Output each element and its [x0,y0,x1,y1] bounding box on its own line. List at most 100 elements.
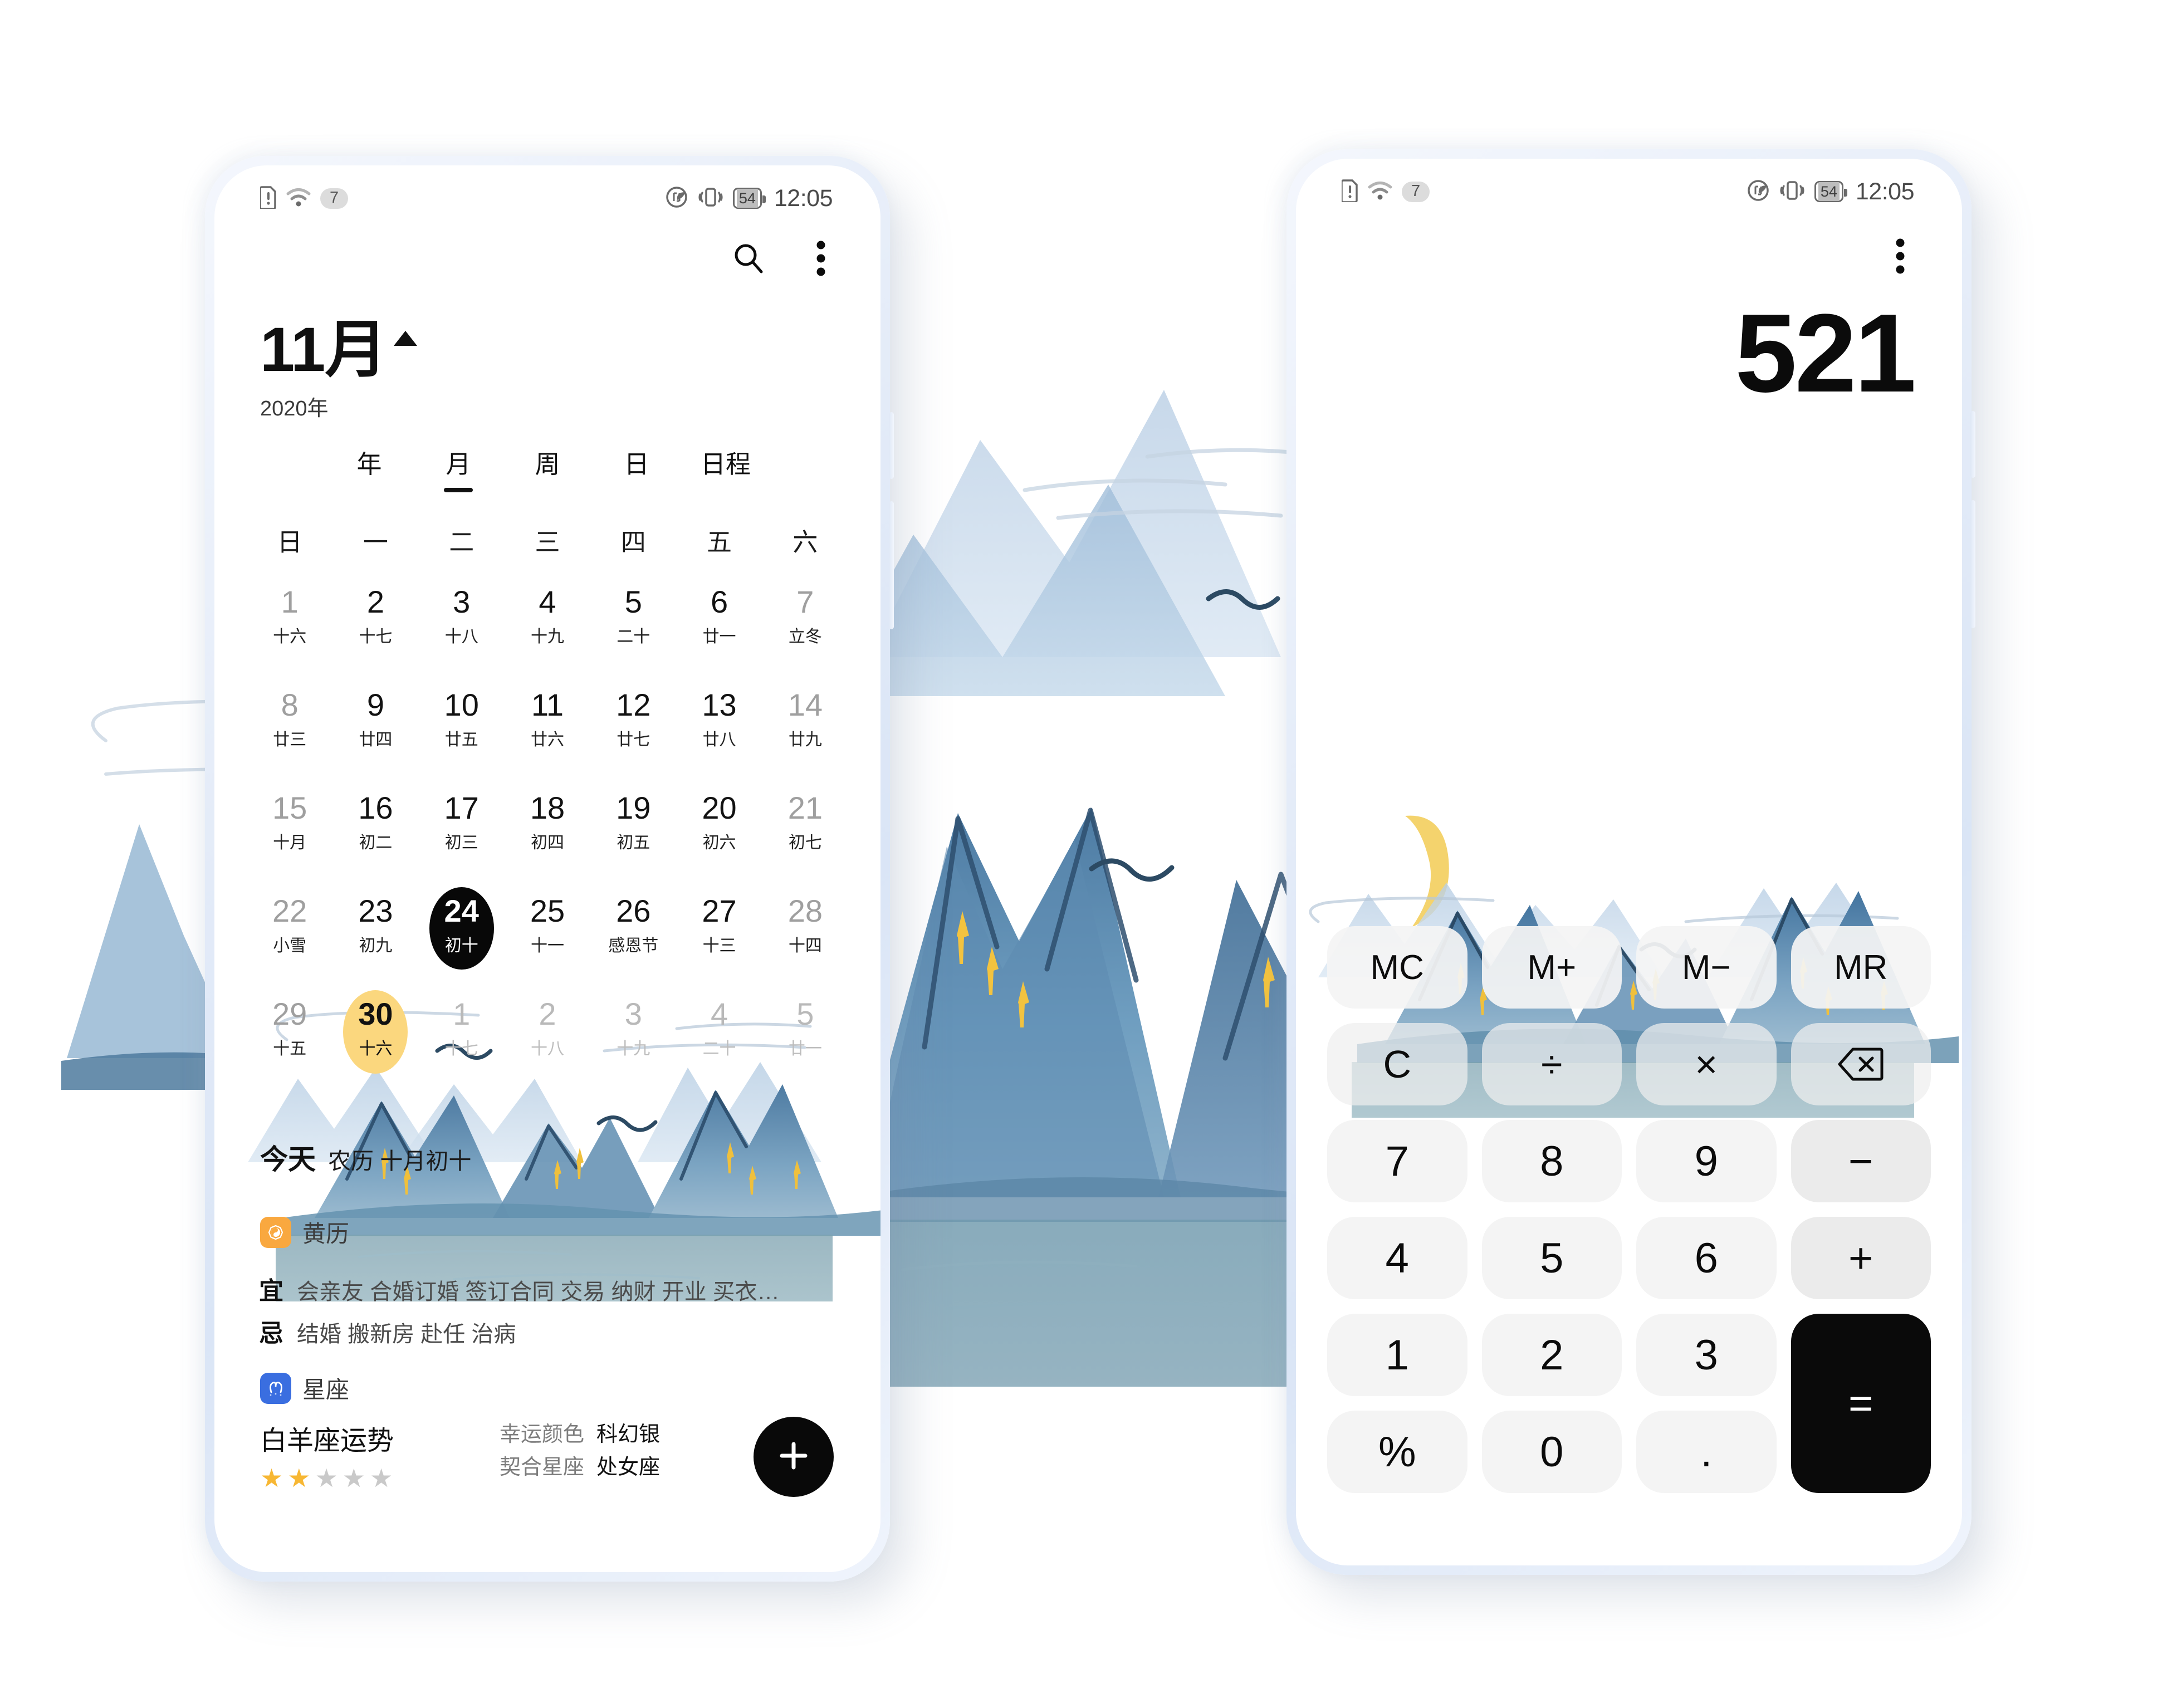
backspace-key[interactable] [1791,1023,1931,1105]
day-cell[interactable]: 8 廿三 [247,688,332,792]
day-cell[interactable]: 26 感恩节 [590,894,676,998]
day-number: 5 [624,584,642,619]
calculator-display: 521 [1735,291,1916,415]
day-number: 18 [530,790,565,825]
day-cell[interactable]: 13 廿八 [676,688,762,792]
day-cell[interactable]: 2 十八 [505,997,590,1101]
calendar-tab-2[interactable]: 周 [503,444,592,492]
day-cell[interactable]: 20 初六 [676,791,762,895]
more-vertical-icon[interactable] [1880,236,1921,277]
rating-star: ★ [287,1464,311,1492]
day-number: 4 [710,996,728,1031]
calendar-tab-label: 年 [356,450,382,478]
caret-up-icon [394,331,418,346]
digit-4-key[interactable]: 4 [1327,1217,1467,1299]
month-selector[interactable]: 11月 [260,315,418,384]
day-lunar-label: 十五 [273,1039,307,1058]
digit-6-key[interactable]: 6 [1636,1217,1777,1299]
digit-1-key[interactable]: 1 [1327,1314,1467,1396]
day-cell[interactable]: 30 十六 [332,997,418,1101]
memory-recall-key[interactable]: MR [1791,926,1931,1009]
calendar-tab-3[interactable]: 日 [592,444,681,492]
memory-subtract-key[interactable]: M− [1636,926,1777,1009]
day-cell[interactable]: 22 小雪 [247,894,332,998]
equals-key[interactable]: = [1791,1314,1931,1493]
day-cell[interactable]: 4 十九 [505,585,590,689]
sim-alert-icon [259,185,277,212]
day-cell[interactable]: 18 初四 [505,790,590,895]
day-cell[interactable]: 3 十九 [590,997,676,1101]
calendar-tab-label: 周 [535,450,560,478]
day-cell[interactable]: 23 初九 [332,894,418,998]
day-lunar-label: 廿一 [788,1039,822,1058]
almanac-header[interactable]: 黄历 [260,1215,349,1249]
more-vertical-icon[interactable] [800,238,842,279]
day-cell[interactable]: 15 十月 [247,790,332,895]
weekday-0: 日 [277,528,302,556]
day-lunar-label: 廿四 [359,730,393,749]
day-cell[interactable]: 27 十三 [676,894,762,998]
clear-key[interactable]: C [1327,1023,1467,1105]
phone-volume-button-2[interactable] [1970,500,1975,628]
search-icon[interactable] [728,238,769,279]
day-number: 6 [710,584,728,619]
day-lunar-label: 十一 [530,936,564,955]
digit-5-key[interactable]: 5 [1481,1217,1622,1299]
divide-key[interactable]: ÷ [1481,1023,1622,1105]
digit-0-key[interactable]: 0 [1481,1411,1622,1493]
day-cell[interactable]: 28 十四 [762,894,848,998]
add-event-fab[interactable] [754,1417,834,1497]
day-cell[interactable]: 21 初七 [762,791,848,895]
day-lunar-label: 初七 [788,833,822,852]
day-cell[interactable]: 7 立冬 [762,585,848,689]
minus-key[interactable]: − [1791,1120,1931,1202]
zodiac-lucky-color-key: 幸运颜色 [500,1423,585,1446]
day-lunar-label: 十四 [788,936,822,955]
day-lunar-label: 十六 [359,1039,393,1058]
calendar-tab-1[interactable]: 月 [414,444,503,492]
day-cell[interactable]: 5 二十 [590,584,676,689]
day-cell[interactable]: 10 廿五 [419,688,505,792]
digit-9-key[interactable]: 9 [1636,1120,1777,1202]
calendar-tab-0[interactable]: 年 [325,444,414,492]
day-cell[interactable]: 19 初五 [590,791,676,895]
day-cell[interactable]: 1 十七 [419,997,505,1101]
day-lunar-label: 十七 [444,1039,478,1058]
month-label: 11月 [260,315,387,384]
day-cell[interactable]: 4 二十 [676,996,762,1101]
day-number: 15 [272,790,307,825]
digit-7-key[interactable]: 7 [1327,1120,1467,1202]
decimal-point-key[interactable]: . [1636,1411,1777,1493]
memory-add-key[interactable]: M+ [1481,926,1622,1009]
day-cell[interactable]: 9 廿四 [332,688,418,792]
digit-2-key[interactable]: 2 [1481,1314,1622,1396]
day-cell[interactable]: 6 廿一 [676,584,762,689]
day-cell[interactable]: 24 初十 [419,893,505,998]
digit-3-key[interactable]: 3 [1636,1314,1777,1396]
day-number: 24 [444,893,479,928]
digit-8-key[interactable]: 8 [1481,1120,1622,1202]
weekday-header: 日一二三四五六 [247,522,848,558]
day-cell[interactable]: 12 廿七 [590,688,676,792]
day-cell[interactable]: 25 十一 [505,894,590,998]
multiply-key[interactable]: × [1636,1023,1777,1105]
day-cell[interactable]: 11 廿六 [505,688,590,792]
day-cell[interactable]: 17 初三 [419,791,505,895]
day-cell[interactable]: 3 十八 [419,585,505,689]
day-cell[interactable]: 2 十七 [332,585,418,689]
phone-side-button[interactable] [889,412,894,479]
day-cell[interactable]: 5 廿一 [762,997,848,1101]
status-clock: 12:05 [1855,178,1915,205]
calendar-tab-4[interactable]: 日程 [681,444,770,492]
phone-volume-button[interactable] [889,501,894,629]
day-cell[interactable]: 1 十六 [247,585,332,689]
phone-side-button-2[interactable] [1970,411,1975,478]
percent-key[interactable]: % [1327,1411,1467,1493]
calendar-view-tabs: 年 月 周 日 日程 [214,444,880,492]
day-cell[interactable]: 14 廿九 [762,688,848,792]
day-cell[interactable]: 29 十五 [247,997,332,1101]
zodiac-header: 星座 [260,1371,848,1405]
memory-clear-key[interactable]: MC [1327,926,1467,1009]
day-cell[interactable]: 16 初二 [332,791,418,895]
plus-key[interactable]: + [1791,1217,1931,1299]
